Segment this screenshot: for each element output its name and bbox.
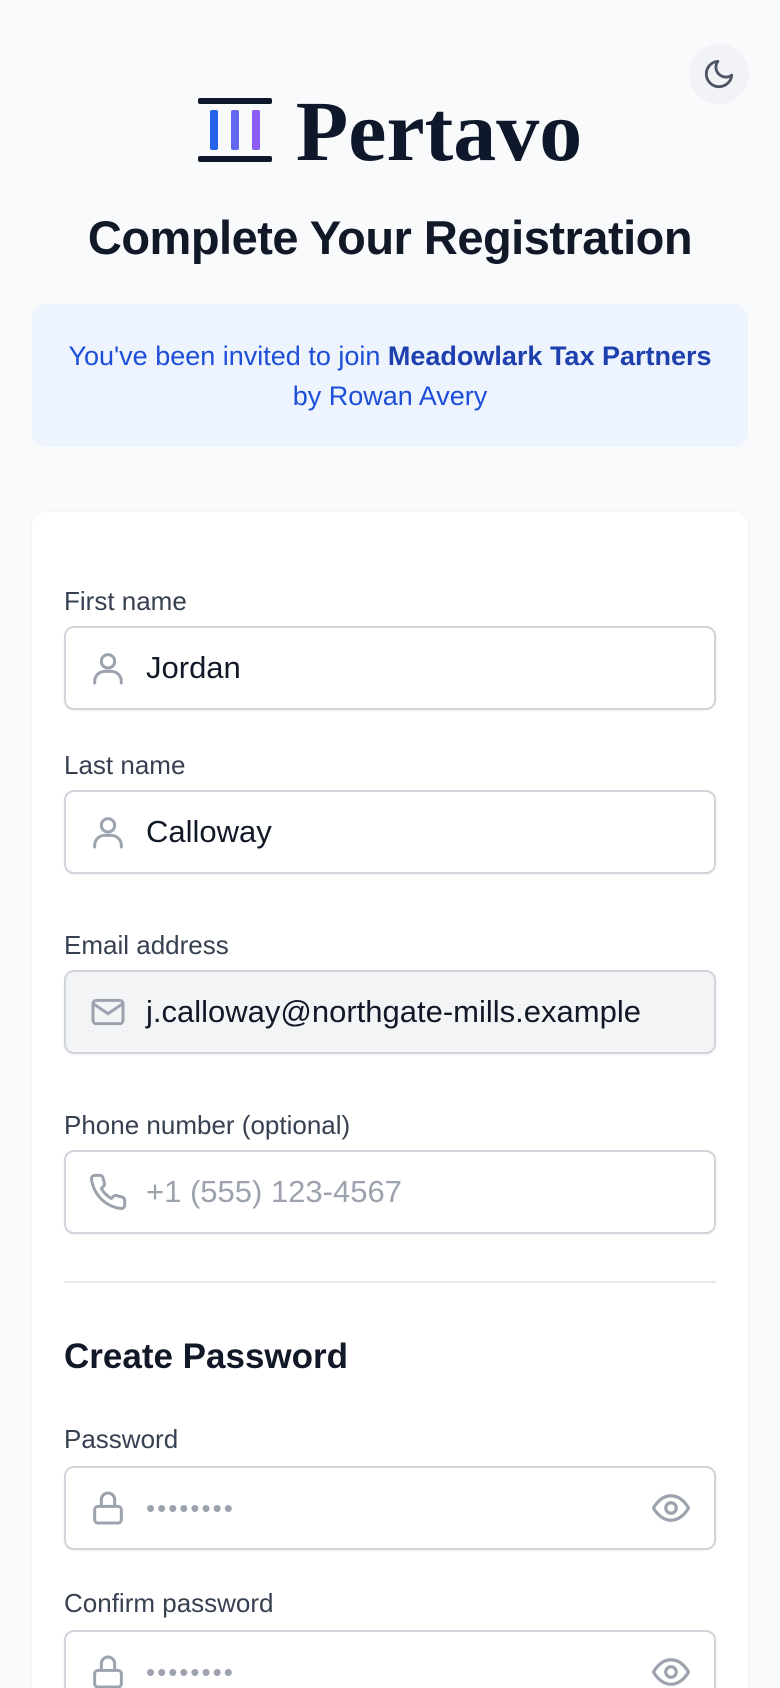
logo-mark-icon [197,98,272,162]
first-name-input[interactable]: Jordan [146,650,241,686]
invite-line-1: You've been invited to join Meadowlark T… [68,336,711,376]
password-field[interactable]: •••••••• [64,1466,716,1550]
invite-banner: You've been invited to join Meadowlark T… [32,304,748,447]
lock-icon [93,1655,123,1688]
phone-field[interactable]: +1 (555) 123-4567 [64,1150,716,1234]
phone-input[interactable]: +1 (555) 123-4567 [146,1174,402,1210]
invite-prefix: You've been invited to join [68,340,381,371]
email-field: j.calloway@northgate-mills.example [64,970,716,1054]
password-section-title: Create Password [64,1337,349,1376]
password-label: Password [64,1424,179,1454]
email-input: j.calloway@northgate-mills.example [146,994,641,1029]
last-name-input[interactable]: Calloway [146,814,272,850]
password-input[interactable]: •••••••• [146,1493,235,1524]
registration-page: Pertavo Complete Your Registration You'v… [0,0,780,1688]
first-name-field[interactable]: Jordan [64,626,716,710]
email-label: Email address [64,930,229,960]
last-name-label: Last name [64,750,186,780]
invite-organization: Meadowlark Tax Partners [387,340,712,371]
first-name-label: First name [64,586,187,616]
confirm-password-label: Confirm password [64,1588,274,1618]
phone-label: Phone number (optional) [64,1110,351,1140]
mail-icon [91,998,125,1026]
confirm-password-input[interactable]: •••••••• [146,1657,235,1688]
eye-icon[interactable] [650,1651,692,1688]
user-icon [93,653,123,685]
confirm-password-field[interactable]: •••••••• [64,1630,716,1688]
user-icon [93,817,123,849]
brand-name: Pertavo [295,83,583,179]
lock-icon [93,1491,123,1525]
section-divider [64,1281,716,1283]
invite-line-2: by Rowan Avery [292,380,488,411]
page-title: Complete Your Registration [87,211,693,264]
last-name-field[interactable]: Calloway [64,790,716,874]
phone-icon [90,1173,127,1210]
eye-icon[interactable] [650,1487,692,1529]
moon-icon [704,59,734,89]
brand-logo: Pertavo [0,88,780,174]
